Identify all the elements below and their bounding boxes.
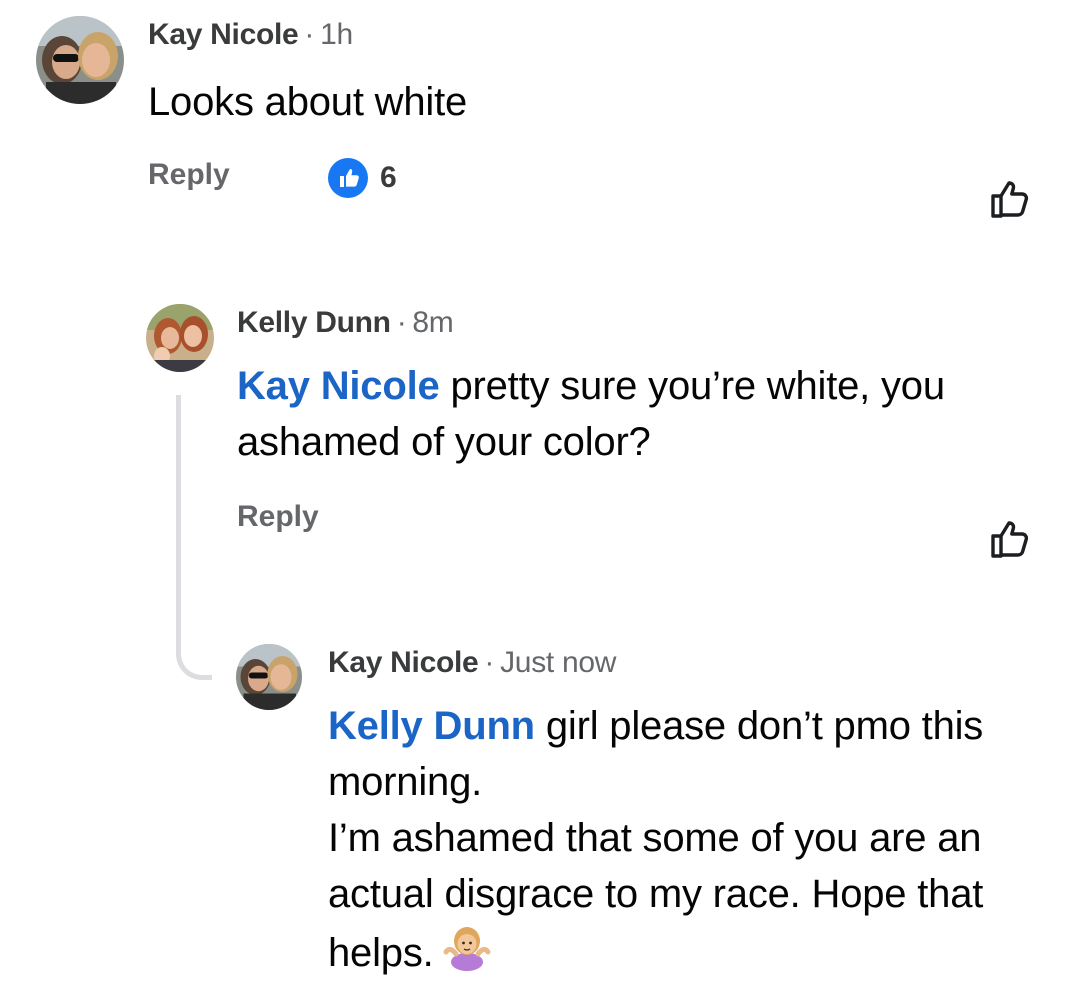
- reply-button[interactable]: Reply: [148, 158, 230, 192]
- author-name[interactable]: Kelly Dunn: [237, 306, 391, 339]
- comment-text: Kay Nicole pretty sure you’re white, you…: [237, 358, 1037, 470]
- avatar-photo: [36, 16, 124, 104]
- reply-button[interactable]: Reply: [237, 500, 319, 534]
- thumbs-up-outline-icon[interactable]: [988, 516, 1034, 562]
- timestamp[interactable]: 1h: [320, 18, 353, 51]
- avatar-photo: [236, 644, 302, 710]
- avatar-photo: [146, 304, 214, 372]
- author-name[interactable]: Kay Nicole: [148, 18, 299, 51]
- separator-dot: ·: [304, 18, 315, 51]
- thread-connector-line: [176, 395, 212, 680]
- comment-header: Kelly Dunn · 8m: [237, 306, 454, 340]
- mention-link[interactable]: Kelly Dunn: [328, 704, 535, 748]
- person-shrugging-emoji: [443, 927, 491, 971]
- separator-dot: ·: [484, 646, 495, 679]
- comment-text: Looks about white: [148, 74, 467, 130]
- avatar-kay-nicole[interactable]: [36, 16, 124, 104]
- comment-paragraph: I’m ashamed that some of you are an actu…: [328, 810, 1048, 981]
- avatar-kay-nicole[interactable]: [236, 644, 302, 710]
- comment-header: Kay Nicole · 1h: [148, 18, 353, 52]
- timestamp[interactable]: 8m: [412, 306, 453, 339]
- comment-paragraph: Kelly Dunn girl please don’t pmo this mo…: [328, 698, 988, 810]
- comment-header: Kay Nicole · Just now: [328, 646, 616, 680]
- comment-body: Looks about white: [148, 80, 468, 124]
- avatar-kelly-dunn[interactable]: [146, 304, 214, 372]
- mention-link[interactable]: Kay Nicole: [237, 364, 440, 408]
- thumbs-up-outline-icon[interactable]: [988, 176, 1034, 222]
- author-name[interactable]: Kay Nicole: [328, 646, 479, 679]
- timestamp[interactable]: Just now: [500, 646, 616, 679]
- reaction-summary[interactable]: 6: [328, 158, 397, 198]
- reaction-count: 6: [380, 161, 397, 194]
- comment-body: I’m ashamed that some of you are an actu…: [328, 816, 984, 975]
- separator-dot: ·: [396, 306, 407, 339]
- comment-text: Kelly Dunn girl please don’t pmo this mo…: [328, 698, 1048, 981]
- like-reaction-icon: [328, 158, 368, 198]
